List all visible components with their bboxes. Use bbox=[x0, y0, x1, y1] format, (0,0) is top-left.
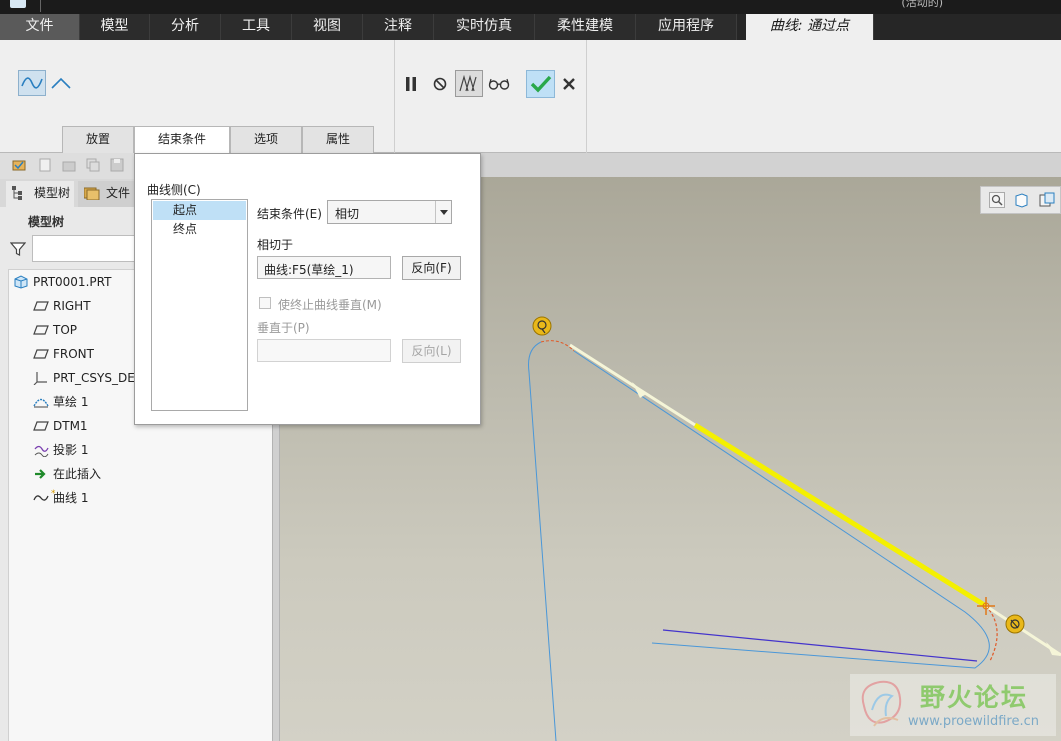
end-condition-select[interactable]: 相切 bbox=[327, 200, 452, 224]
watermark-text: 野火论坛 bbox=[920, 683, 1029, 712]
tangent-to-collector[interactable]: 曲线:F5(草绘_1) bbox=[257, 256, 391, 279]
tangent-arrowhead bbox=[1046, 642, 1061, 656]
curve-side-start[interactable]: 起点 bbox=[153, 201, 246, 220]
perpendicular-check-label: 使终止曲线垂直(M) bbox=[278, 298, 382, 312]
forum-logo-icon bbox=[861, 680, 902, 727]
end-condition-panel: 曲线侧(C) 起点 终点 结束条件(E) 相切 相切于 曲线:F5(草绘_1) … bbox=[134, 153, 481, 425]
curve-side-end[interactable]: 终点 bbox=[153, 220, 246, 239]
sketch-curve-right-leg bbox=[573, 350, 990, 669]
perpendicular-to-label: 垂直于(P) bbox=[257, 321, 310, 335]
tangent-to-label: 相切于 bbox=[257, 238, 294, 252]
perpendicular-to-collector[interactable] bbox=[257, 339, 391, 362]
perpendicular-checkbox[interactable] bbox=[259, 297, 271, 309]
forum-watermark: 野火论坛 www.proewildfire.cn bbox=[850, 674, 1056, 736]
flip-tangent-button[interactable]: 反向(F) bbox=[402, 256, 461, 280]
flip-perpendicular-button[interactable]: 反向(L) bbox=[402, 339, 461, 363]
start-tangent-arc bbox=[540, 340, 575, 352]
tangent-vector-start bbox=[569, 343, 696, 427]
curve-side-label: 曲线侧(C) bbox=[147, 183, 201, 197]
curve-side-list: 起点 终点 bbox=[151, 199, 248, 411]
through-points-curve bbox=[693, 422, 988, 609]
watermark-url: www.proewildfire.cn bbox=[908, 714, 1039, 729]
end-drag-handle-icon[interactable] bbox=[1005, 614, 1025, 634]
sketch-curve-left-leg bbox=[528, 341, 557, 741]
end-condition-value: 相切 bbox=[335, 207, 360, 221]
chevron-down-icon bbox=[440, 210, 448, 215]
tangent-arrowhead bbox=[632, 382, 646, 398]
tangent-to-value: 曲线:F5(草绘_1) bbox=[264, 263, 354, 277]
dropdown-arrow bbox=[435, 201, 451, 223]
end-condition-label: 结束条件(E) bbox=[257, 207, 322, 221]
start-drag-handle-icon[interactable] bbox=[532, 316, 552, 336]
